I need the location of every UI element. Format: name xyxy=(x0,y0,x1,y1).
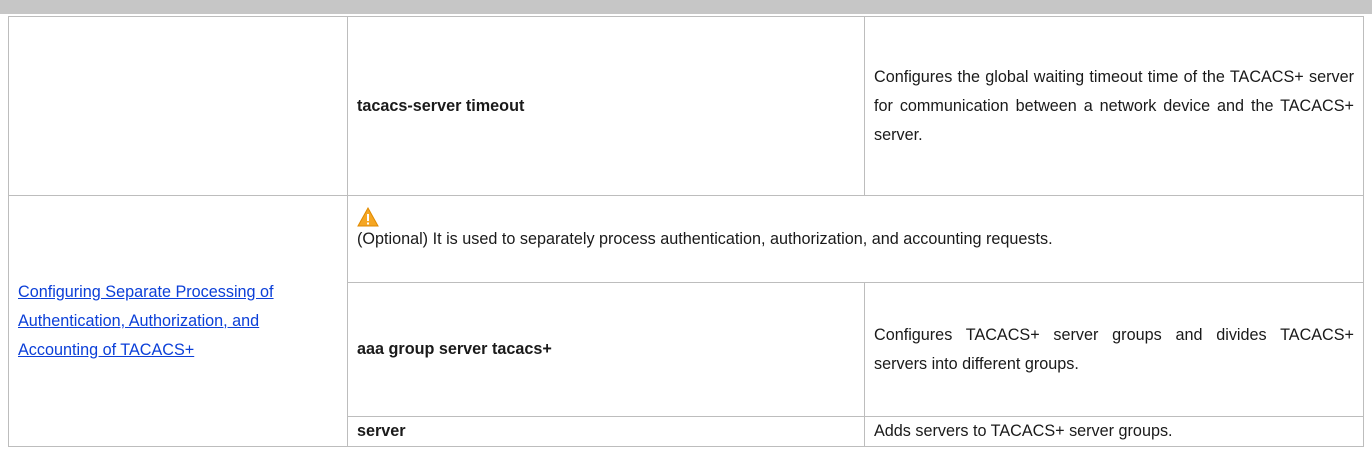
description-cell: Configures TACACS+ server groups and div… xyxy=(864,282,1364,417)
description-cell: Adds servers to TACACS+ server groups. xyxy=(864,416,1364,447)
configuration-table: tacacs-server timeout Configures the glo… xyxy=(8,16,1364,447)
note-cell: (Optional) It is used to separately proc… xyxy=(347,195,1364,283)
table-row: Configuring Separate Processing of Authe… xyxy=(8,195,1364,447)
section-cell: Configuring Separate Processing of Authe… xyxy=(8,195,348,447)
command-cell: aaa group server tacacs+ xyxy=(347,282,865,417)
description-cell: Configures the global waiting timeout ti… xyxy=(864,16,1364,196)
command-cell: server xyxy=(347,416,865,447)
warning-icon xyxy=(357,207,379,227)
command-cell: tacacs-server timeout xyxy=(347,16,865,196)
section-cell xyxy=(8,16,348,196)
note-text: (Optional) It is used to separately proc… xyxy=(357,229,1053,248)
table-row: tacacs-server timeout Configures the glo… xyxy=(8,16,1364,196)
page-header-bar xyxy=(0,0,1372,14)
section-link[interactable]: Configuring Separate Processing of Authe… xyxy=(18,283,274,359)
